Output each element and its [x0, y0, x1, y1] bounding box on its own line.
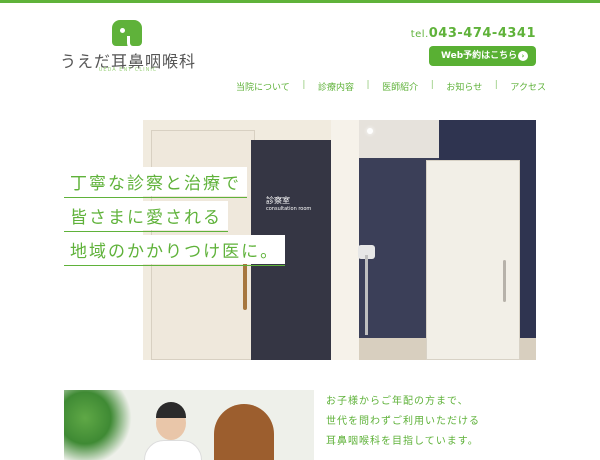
phone-number[interactable]: tel.043-474-4341 [411, 26, 536, 41]
nav-separator: | [302, 80, 306, 90]
hero-wall-middle [331, 120, 359, 360]
hero-tagline-line-3: 地域のかかりつけ医に。 [64, 235, 286, 266]
tel-prefix: tel. [410, 29, 429, 40]
nav-separator: | [494, 80, 498, 90]
patient-hair [214, 404, 274, 460]
nav-separator: | [430, 80, 434, 90]
hero-door-handle-right [503, 260, 506, 302]
main-nav: 当院について | 診療内容 | 医師紹介 | お知らせ | アクセス [236, 80, 546, 93]
nav-item-about[interactable]: 当院について [236, 80, 290, 93]
hero-stand [365, 255, 368, 335]
doctor-patient-photo [64, 390, 314, 460]
intro-copy: お子様からご年配の方まで、 世代を問わずご利用いただける 耳鼻咽喉科を目指してい… [326, 392, 480, 452]
intro-copy-line-3: 耳鼻咽喉科を目指しています。 [326, 436, 479, 447]
top-accent-bar [0, 0, 600, 3]
hero-tagline-line-1: 丁寧な診察と治療で [64, 167, 247, 198]
consultation-room-sign-en: consultation room [266, 206, 312, 212]
intro-copy-line-2: 世代を問わずご利用いただける [326, 416, 480, 427]
intro-copy-line-1: お子様からご年配の方まで、 [326, 396, 469, 407]
doctor-coat [144, 440, 202, 460]
plant [64, 390, 134, 460]
clinic-logo-subtitle: UEDA ENT CLINIC [98, 67, 158, 73]
web-reservation-label: Web予約はこちら [441, 51, 518, 61]
nav-item-doctor[interactable]: 医師紹介 [382, 80, 418, 93]
hero-ceiling [359, 120, 439, 158]
nav-separator: | [366, 80, 370, 90]
elephant-icon[interactable] [112, 20, 142, 49]
nav-item-services[interactable]: 診療内容 [318, 80, 354, 93]
nav-item-access[interactable]: アクセス [510, 80, 546, 93]
chevron-right-circle-icon: › [518, 51, 528, 61]
tel-number: 043-474-4341 [428, 26, 536, 41]
hero-tagline-line-2: 皆さまに愛される [64, 201, 228, 232]
doctor-hair [156, 402, 186, 418]
web-reservation-button[interactable]: Web予約はこちら › [429, 46, 536, 66]
hero-door-handle [243, 260, 247, 310]
nav-item-news[interactable]: お知らせ [446, 80, 482, 93]
ceiling-light [367, 128, 373, 134]
consultation-room-sign: 診察室 [266, 196, 290, 205]
